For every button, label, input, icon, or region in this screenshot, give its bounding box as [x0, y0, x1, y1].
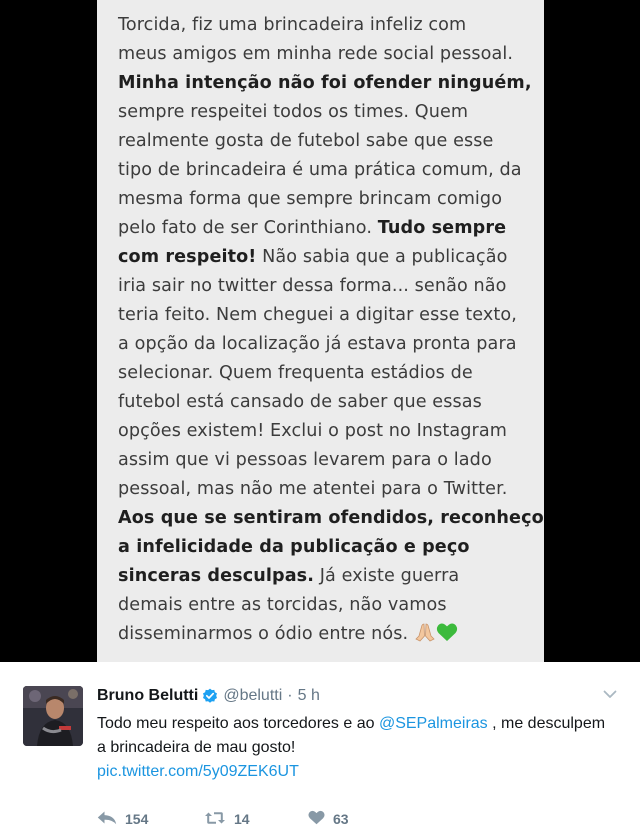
retweet-count: 14 — [234, 811, 250, 827]
note-text: realmente gosta de futebol sabe que esse — [118, 131, 494, 151]
note-bold-text: Minha intenção não foi ofender ninguém, — [118, 73, 532, 93]
note-line: iria sair no twitter dessa forma... senã… — [118, 272, 544, 301]
attached-image[interactable]: Torcida, fiz uma brincadeira infeliz com… — [0, 0, 640, 662]
retweet-button[interactable]: 14 — [204, 811, 308, 828]
praying-hands-icon — [414, 622, 436, 652]
like-button[interactable]: 63 — [308, 810, 349, 828]
reply-button[interactable]: 154 — [97, 811, 204, 828]
note-bold-text: sinceras desculpas. — [118, 566, 315, 586]
note-line: Minha intenção não foi ofender ninguém, — [118, 69, 544, 98]
verified-badge-icon — [202, 688, 218, 704]
note-line: sempre respeitei todos os times. Quem — [118, 98, 544, 127]
note-text: Não sabia que a publicação — [256, 247, 508, 267]
note-line: mesma forma que sempre brincam comigo — [118, 185, 544, 214]
note-text: meus amigos em minha rede social pessoal… — [118, 44, 514, 64]
note-text: pelo fato de ser Corinthiano. — [118, 218, 378, 238]
note-text: demais entre as torcidas, não vamos — [118, 595, 447, 615]
note-line: sinceras desculpas. Já existe guerra — [118, 562, 544, 591]
note-text: sempre respeitei todos os times. Quem — [118, 102, 469, 122]
note-text: opções existem! Exclui o post no Instagr… — [118, 421, 508, 441]
note-line: disseminarmos o ódio entre nós. — [118, 620, 544, 652]
note-text: a opção da localização já estava pronta … — [118, 334, 517, 354]
tweet: Bruno Belutti @belutti · 5 h Todo meu re… — [0, 662, 640, 835]
separator-dot: · — [287, 687, 293, 704]
tweet-header: Bruno Belutti @belutti · 5 h — [97, 684, 320, 708]
note-text: tipo de brincadeira é uma prática comum,… — [118, 160, 522, 180]
note-line: a opção da localização já estava pronta … — [118, 330, 544, 359]
timestamp[interactable]: 5 h — [298, 687, 320, 705]
note-line: pelo fato de ser Corinthiano. Tudo sempr… — [118, 214, 544, 243]
user-name[interactable]: Bruno Belutti — [97, 687, 198, 705]
tweet-text: Todo meu respeito aos torcedores e ao @S… — [97, 712, 617, 784]
note-line: Torcida, fiz uma brincadeira infeliz com — [118, 11, 544, 40]
tweet-text-start: Todo meu respeito aos torcedores e ao — [97, 715, 379, 732]
note-line: a infelicidade da publicação e peço — [118, 533, 544, 562]
avatar[interactable] — [23, 686, 83, 746]
mention-link[interactable]: @SEPalmeiras — [379, 715, 488, 732]
note-line: pessoal, mas não me atentei para o Twitt… — [118, 475, 544, 504]
note-text: selecionar. Quem frequenta estádios de — [118, 363, 473, 383]
heart-icon — [308, 810, 325, 828]
note-text: mesma forma que sempre brincam comigo — [118, 189, 503, 209]
note-bold-text: Aos que se sentiram ofendidos, reconheço — [118, 508, 544, 528]
note-text: assim que vi pessoas levarem para o lado — [118, 450, 492, 470]
note-screenshot: Torcida, fiz uma brincadeira infeliz com… — [97, 0, 544, 662]
note-line: demais entre as torcidas, não vamos — [118, 591, 544, 620]
reply-count: 154 — [125, 811, 149, 827]
reply-icon — [97, 811, 117, 828]
tweet-actions: 154 14 63 — [97, 808, 349, 830]
note-bold-text: a infelicidade da publicação e peço — [118, 537, 470, 557]
note-text: pessoal, mas não me atentei para o Twitt… — [118, 479, 508, 499]
chevron-down-icon[interactable] — [602, 688, 618, 700]
note-text: Já existe guerra — [314, 566, 460, 586]
note-text: disseminarmos o ódio entre nós. — [118, 624, 414, 644]
note-text: futebol está cansado de saber que essas — [118, 392, 482, 412]
note-line: assim que vi pessoas levarem para o lado — [118, 446, 544, 475]
note-line: selecionar. Quem frequenta estádios de — [118, 359, 544, 388]
note-text: teria feito. Nem cheguei a digitar esse … — [118, 305, 517, 325]
note-text: Torcida, fiz uma brincadeira infeliz com — [118, 15, 467, 35]
user-handle[interactable]: @belutti — [223, 687, 282, 705]
note-line: teria feito. Nem cheguei a digitar esse … — [118, 301, 544, 330]
note-bold-text: com respeito! — [118, 247, 257, 267]
note-text: iria sair no twitter dessa forma... senã… — [118, 276, 507, 296]
like-count: 63 — [333, 811, 349, 827]
note-line: opções existem! Exclui o post no Instagr… — [118, 417, 544, 446]
note-line: futebol está cansado de saber que essas — [118, 388, 544, 417]
note-line: realmente gosta de futebol sabe que esse — [118, 127, 544, 156]
retweet-icon — [204, 811, 226, 828]
note-bold-text: Tudo sempre — [377, 218, 507, 238]
green-heart-icon — [436, 622, 458, 652]
note-line: tipo de brincadeira é uma prática comum,… — [118, 156, 544, 185]
media-link[interactable]: pic.twitter.com/5y09ZEK6UT — [97, 760, 617, 784]
note-line: com respeito! Não sabia que a publicação — [118, 243, 544, 272]
note-line: meus amigos em minha rede social pessoal… — [118, 40, 544, 69]
note-line: Aos que se sentiram ofendidos, reconheço — [118, 504, 544, 533]
